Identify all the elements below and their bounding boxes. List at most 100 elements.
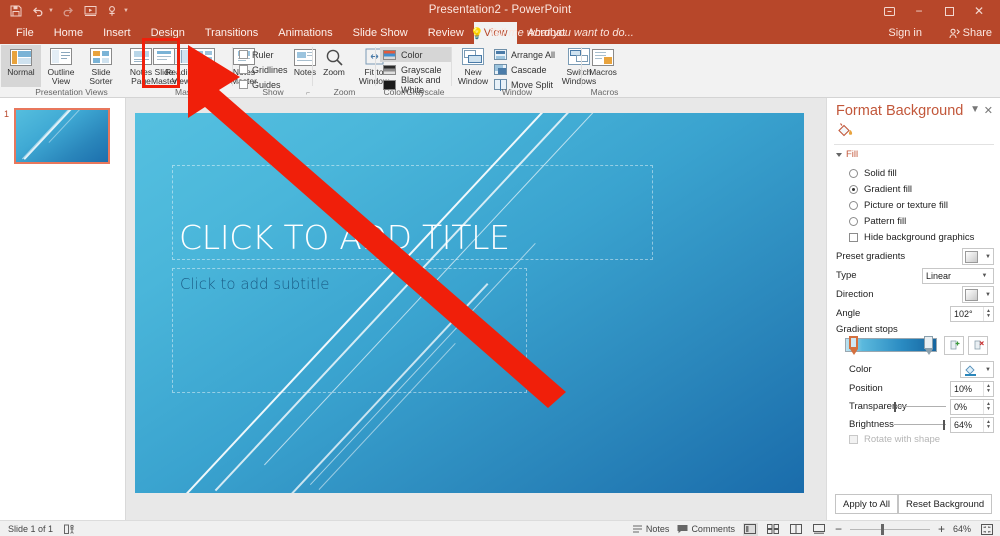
cascade-button[interactable]: Cascade xyxy=(494,62,555,77)
slide-master-button[interactable]: Slide Master xyxy=(144,45,184,87)
tab-design[interactable]: Design xyxy=(141,22,195,44)
arrange-all-label: Arrange All xyxy=(511,49,556,60)
zoom-slider[interactable] xyxy=(849,523,930,536)
tab-review[interactable]: Review xyxy=(418,22,474,44)
normal-view-status-button[interactable] xyxy=(742,522,758,536)
spinner-arrows-icon[interactable]: ▲ ▼ xyxy=(983,306,993,321)
spinner-arrows-icon[interactable]: ▲ ▼ xyxy=(983,399,993,414)
ruler-checkbox[interactable]: Ruler xyxy=(239,47,288,62)
zoom-out-button[interactable]: − xyxy=(835,522,842,536)
zoom-button[interactable]: Zoom xyxy=(314,45,354,87)
close-icon[interactable]: ✕ xyxy=(964,0,994,22)
group-label-zoom: Zoom xyxy=(333,87,356,97)
zoom-level[interactable]: 64% xyxy=(953,524,971,534)
gradient-preview-icon xyxy=(965,250,978,263)
accessibility-checker-icon[interactable] xyxy=(62,523,77,536)
picture-texture-fill-radio[interactable]: Picture or texture fill xyxy=(849,200,948,211)
hide-background-graphics-checkbox[interactable]: Hide background graphics xyxy=(849,232,974,243)
gridlines-checkbox[interactable]: Gridlines xyxy=(239,62,288,77)
spinner-arrows-icon[interactable]: ▲ ▼ xyxy=(983,417,993,432)
fill-section-header[interactable]: Fill xyxy=(836,149,858,160)
normal-view-icon xyxy=(744,524,757,534)
handout-master-button[interactable]: Handout Master xyxy=(184,45,224,87)
notes-toggle[interactable]: Notes xyxy=(632,524,669,534)
gradient-stop[interactable] xyxy=(924,336,933,355)
direction-picker[interactable]: ▼ xyxy=(962,286,994,303)
transparency-value: 0% xyxy=(954,401,968,412)
chevron-down-icon: ▼ xyxy=(985,366,991,373)
normal-view-button[interactable]: Normal xyxy=(1,45,41,87)
apply-to-all-button[interactable]: Apply to All xyxy=(835,494,898,514)
brightness-label: Brightness xyxy=(849,419,894,430)
slide-canvas-area: CLICK TO ADD TITLE Click to add subtitle xyxy=(126,98,826,520)
angle-row: Angle 102° ▲ ▼ xyxy=(836,305,994,322)
restore-icon[interactable] xyxy=(934,0,964,22)
tab-transitions[interactable]: Transitions xyxy=(195,22,268,44)
sign-in-button[interactable]: Sign in xyxy=(888,22,922,44)
transparency-slider[interactable] xyxy=(894,401,946,412)
slide-sorter-status-button[interactable] xyxy=(766,523,781,536)
zoom-label: Zoom xyxy=(323,67,345,77)
outline-view-button[interactable]: Outline View xyxy=(41,45,81,87)
tell-me-box[interactable]: 💡 Tell me what you want to do... xyxy=(470,22,634,44)
macros-button[interactable]: Macros xyxy=(583,45,623,87)
zoom-in-button[interactable]: + xyxy=(938,522,945,536)
ribbon-group-presentation-views: Normal Outline View Slide Sorter Notes P… xyxy=(0,44,197,98)
transparency-control[interactable]: 0% ▲ ▼ xyxy=(894,398,994,415)
gradient-fill-radio[interactable]: Gradient fill xyxy=(849,184,912,195)
gradient-fill-label: Gradient fill xyxy=(864,184,913,195)
arrange-all-button[interactable]: Arrange All xyxy=(494,47,555,62)
color-option[interactable]: Color xyxy=(380,47,452,62)
pattern-fill-radio[interactable]: Pattern fill xyxy=(849,216,906,227)
title-placeholder[interactable]: CLICK TO ADD TITLE xyxy=(172,165,653,260)
gradient-stops-slider[interactable] xyxy=(845,336,937,355)
preset-gradients-picker[interactable]: ▼ xyxy=(962,248,994,265)
solid-fill-radio[interactable]: Solid fill xyxy=(849,168,897,179)
fit-slide-to-window-icon[interactable] xyxy=(979,523,994,536)
color-picker[interactable]: ▼ xyxy=(960,361,994,378)
handout-master-icon xyxy=(192,47,216,67)
gradient-stops-label: Gradient stops xyxy=(836,324,898,335)
add-gradient-stop-button[interactable] xyxy=(944,336,964,355)
tab-slide-show[interactable]: Slide Show xyxy=(343,22,418,44)
tab-animations[interactable]: Animations xyxy=(268,22,342,44)
new-window-button[interactable]: New Window xyxy=(453,45,493,87)
reset-background-button[interactable]: Reset Background xyxy=(898,494,993,514)
reading-view-status-button[interactable] xyxy=(789,523,804,536)
fill-color-icon xyxy=(963,363,977,376)
window-title: Presentation2 - PowerPoint xyxy=(428,4,572,16)
pane-close-icon[interactable]: ✕ xyxy=(984,104,993,117)
fill-bucket-icon[interactable] xyxy=(836,122,854,138)
brightness-control[interactable]: 64% ▲ ▼ xyxy=(894,416,994,433)
minimize-icon[interactable]: − xyxy=(904,0,934,22)
comments-toggle[interactable]: Comments xyxy=(677,524,735,534)
show-dialog-launcher-icon[interactable]: ⌐ xyxy=(306,90,310,97)
macros-label: Macros xyxy=(589,67,617,77)
cascade-label: Cascade xyxy=(511,64,547,75)
share-button[interactable]: Share xyxy=(949,25,992,41)
position-spinner[interactable]: 10% ▲ ▼ xyxy=(950,380,994,397)
spinner-arrows-icon[interactable]: ▲ ▼ xyxy=(983,381,993,396)
brightness-slider[interactable] xyxy=(894,419,946,430)
slide-thumbnail-1[interactable] xyxy=(14,108,110,164)
slide-thumbnail-pane[interactable]: 1 xyxy=(0,98,126,520)
gradient-stop-selected[interactable] xyxy=(849,336,858,355)
tab-insert[interactable]: Insert xyxy=(93,22,141,44)
angle-spinner[interactable]: 102° ▲ ▼ xyxy=(950,305,994,322)
normal-view-label: Normal xyxy=(7,67,35,77)
thumbnail-item[interactable]: 1 xyxy=(4,108,110,164)
pane-options-chevron-icon[interactable]: ▼ xyxy=(970,104,980,115)
tab-home[interactable]: Home xyxy=(44,22,93,44)
subtitle-placeholder[interactable]: Click to add subtitle xyxy=(172,268,527,393)
slide-editing-surface[interactable]: CLICK TO ADD TITLE Click to add subtitle xyxy=(135,113,804,493)
notes-pane-icon xyxy=(632,525,642,533)
add-stop-icon xyxy=(950,340,959,350)
lightbulb-icon: 💡 xyxy=(470,27,484,40)
slide-sorter-button[interactable]: Slide Sorter xyxy=(81,45,121,87)
remove-gradient-stop-button[interactable] xyxy=(968,336,988,355)
type-combo[interactable]: Linear ▼ xyxy=(922,267,994,284)
tab-file[interactable]: File xyxy=(6,22,44,44)
ribbon-group-macros: Macros Macros xyxy=(582,44,627,98)
slideshow-status-button[interactable] xyxy=(812,523,827,536)
ribbon-display-options-icon[interactable] xyxy=(874,0,904,22)
